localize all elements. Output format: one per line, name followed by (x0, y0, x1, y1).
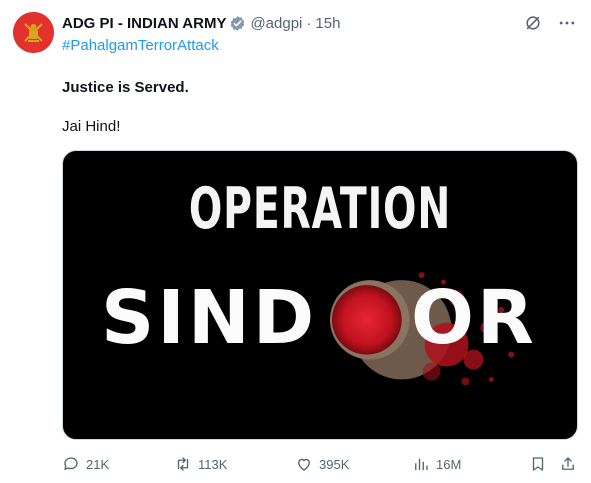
views-count: 16M (436, 456, 462, 472)
tweet-header: ADG PI - INDIAN ARMY @adgpi · 15h (62, 13, 340, 33)
avatar[interactable] (13, 12, 54, 53)
reply-icon (64, 457, 78, 470)
separator-dot: · (306, 14, 312, 32)
action-bar: 21K 113K 395K 16M (62, 453, 578, 475)
repost-count: 113K (198, 456, 228, 472)
post-text-line-1: Justice is Served. (62, 79, 189, 96)
header-actions (523, 13, 577, 33)
like-count: 395K (319, 456, 350, 472)
army-emblem-icon (13, 12, 54, 53)
like-button[interactable]: 395K (295, 453, 349, 475)
image-text-operation: OPERATION (188, 175, 452, 243)
reply-button[interactable]: 21K (62, 453, 109, 475)
more-icon[interactable] (557, 13, 577, 33)
repost-button[interactable]: 113K (174, 453, 227, 475)
views-icon (415, 458, 428, 470)
hashtag-link[interactable]: #PahalgamTerrorAttack (62, 37, 219, 54)
like-icon (298, 458, 310, 471)
post-text-line-2: Jai Hind! (62, 118, 121, 135)
reply-count: 21K (86, 456, 110, 472)
verified-badge-icon[interactable] (229, 15, 246, 32)
share-button[interactable] (559, 453, 577, 475)
views-button[interactable]: 16M (412, 453, 461, 475)
repost-icon (177, 457, 189, 471)
grok-icon[interactable] (523, 13, 543, 33)
timestamp[interactable]: 15h (315, 15, 340, 32)
image-text-or: OR (411, 275, 537, 361)
share-icon (562, 457, 574, 470)
handle[interactable]: @adgpi (250, 15, 302, 32)
bookmark-button[interactable] (529, 453, 547, 475)
tweet: ADG PI - INDIAN ARMY @adgpi · 15h #Pahal… (0, 0, 591, 483)
bookmark-icon (532, 457, 544, 471)
post-image[interactable]: OPERATION SIND OR (62, 150, 578, 440)
display-name[interactable]: ADG PI - INDIAN ARMY (62, 15, 226, 32)
image-text-sind: SIND (101, 275, 318, 361)
